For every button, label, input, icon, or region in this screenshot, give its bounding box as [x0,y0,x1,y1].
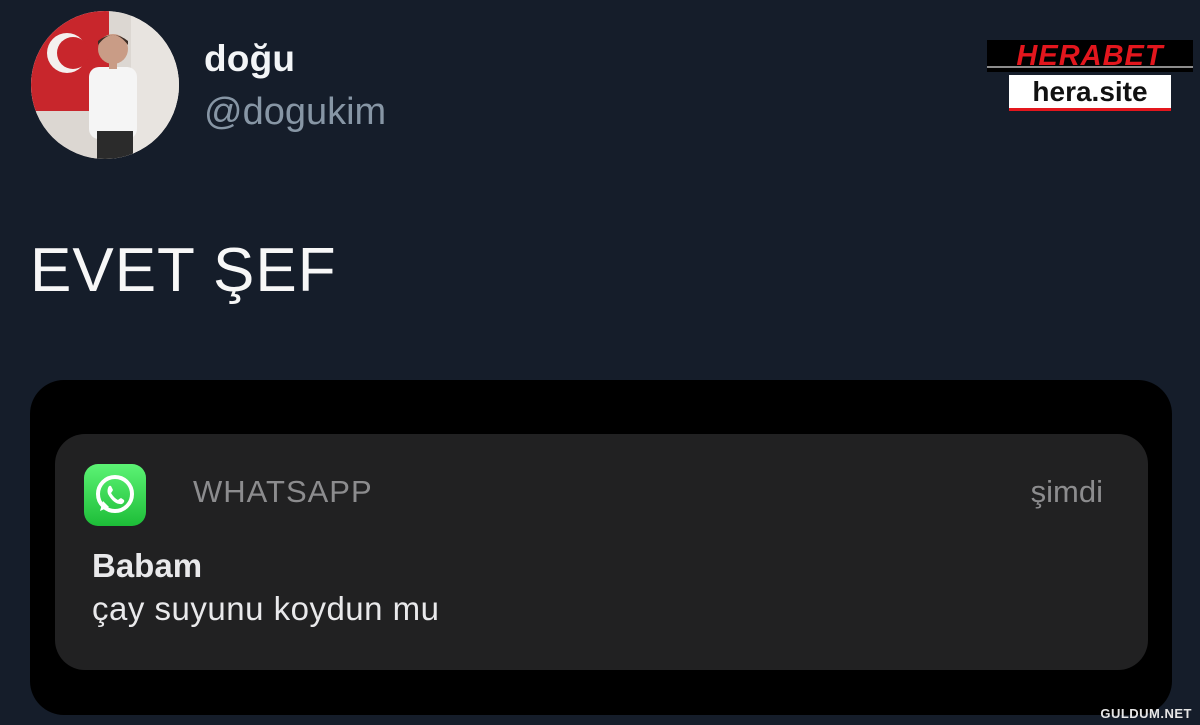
notification-sender: Babam [92,547,203,584]
notification-message: çay suyunu koydun mu [92,590,440,627]
display-name[interactable]: doğu [204,38,295,80]
notification-app-name: WHATSAPP [193,474,373,509]
brand-logo: HERABET [987,40,1193,72]
notification-time: şimdi [1030,474,1103,509]
notification-card: WHATSAPP şimdi Babam çay suyunu koydun m… [55,434,1148,670]
site-watermark: GULDUM.NET [1100,706,1192,721]
user-handle[interactable]: @dogukim [204,91,386,134]
brand-watermark: HERABET hera.site [987,40,1193,111]
profile-avatar[interactable] [31,11,179,159]
whatsapp-icon [84,464,146,526]
tweet-media[interactable]: WHATSAPP şimdi Babam çay suyunu koydun m… [30,380,1172,715]
avatar-photo [31,11,179,159]
brand-site: hera.site [1009,75,1171,111]
tweet-text: EVET ŞEF [30,236,337,305]
